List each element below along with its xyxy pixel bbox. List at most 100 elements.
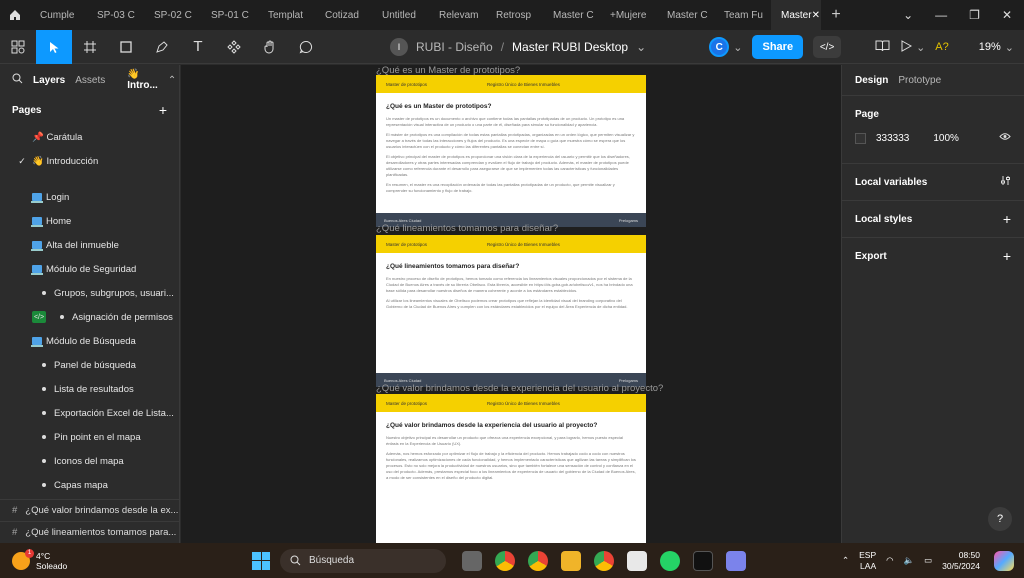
new-tab-icon[interactable]: +	[821, 6, 851, 24]
wifi-icon[interactable]: ◠	[886, 555, 893, 566]
browser-tab[interactable]: Relevam	[429, 0, 486, 30]
page-item[interactable]: Iconos del mapa	[0, 449, 179, 473]
tab-prototype[interactable]: Prototype	[898, 75, 941, 86]
export-section[interactable]: Export +	[842, 237, 1024, 274]
frame-layer-item[interactable]: # ¿Qué valor brindamos desde la ex...	[0, 499, 179, 521]
eye-icon[interactable]	[999, 132, 1011, 144]
frame-label[interactable]: ¿Qué lineamientos tomamos para diseñar?	[376, 223, 558, 234]
frame-layer-item[interactable]: # ¿Qué lineamientos tomamos para...	[0, 521, 179, 543]
frame-what-is-master[interactable]: Master de prototipos Registro Único de B…	[376, 75, 646, 227]
design-canvas[interactable]: ¿Qué es un Master de prototipos? Master …	[181, 65, 841, 543]
chevron-down-icon[interactable]: ⌄	[636, 40, 646, 54]
chrome-icon[interactable]	[495, 550, 515, 571]
frame-ux-value[interactable]: Master de prototipos Registro Único de B…	[376, 394, 646, 543]
user-avatar[interactable]: C	[709, 37, 730, 57]
comment-tool-icon[interactable]	[288, 30, 324, 64]
page-item[interactable]: Grupos, subgrupos, usuari...	[0, 281, 179, 305]
browser-tab[interactable]: SP-02 C	[144, 0, 201, 30]
background-color-swatch[interactable]	[855, 132, 866, 144]
browser-tab[interactable]: Master C	[543, 0, 600, 30]
browser-tab[interactable]: SP-03 C	[87, 0, 144, 30]
browser-tab[interactable]: Retrosp	[486, 0, 543, 30]
task-view-icon[interactable]	[462, 550, 482, 571]
clock[interactable]: 08:50 30/5/2024	[942, 550, 980, 572]
slack-icon[interactable]	[627, 550, 647, 571]
chevron-down-icon[interactable]: ⌄	[1005, 41, 1014, 54]
browser-tab[interactable]: Templat	[258, 0, 315, 30]
page-item[interactable]: Pin point en el mapa	[0, 425, 179, 449]
background-hex[interactable]: 333333	[876, 133, 909, 144]
current-page-selector[interactable]: 👋 Intro...	[127, 69, 158, 91]
browser-tab[interactable]: +Mujere	[600, 0, 657, 30]
browser-tab[interactable]: Cotizad	[315, 0, 372, 30]
frame-design-guidelines[interactable]: Master de prototipos Registro Único de B…	[376, 235, 646, 387]
variables-adjust-icon[interactable]	[1000, 175, 1011, 189]
pen-tool-icon[interactable]	[144, 30, 180, 64]
zoom-level[interactable]: 19%	[979, 41, 1001, 53]
chrome-work-icon[interactable]	[594, 550, 614, 571]
page-item[interactable]: Login	[0, 185, 179, 209]
search-icon[interactable]	[12, 73, 23, 87]
windows-start-icon[interactable]	[252, 551, 270, 570]
file-name[interactable]: Master RUBI Desktop	[512, 40, 628, 54]
browser-tab[interactable]: Team Fu	[714, 0, 771, 30]
home-icon[interactable]	[0, 0, 30, 30]
hand-tool-icon[interactable]	[252, 30, 288, 64]
page-item[interactable]: Lista de resultados	[0, 377, 179, 401]
browser-tab[interactable]: Untitled	[372, 0, 429, 30]
move-tool-icon[interactable]	[36, 29, 72, 64]
rectangle-tool-icon[interactable]	[108, 30, 144, 64]
components-icon[interactable]	[216, 30, 252, 64]
page-item[interactable]: 📌 Carátula	[0, 125, 179, 149]
file-explorer-icon[interactable]	[561, 550, 581, 571]
add-export-icon[interactable]: +	[1003, 248, 1011, 264]
page-item[interactable]: Home	[0, 209, 179, 233]
page-item[interactable]: Panel de búsqueda	[0, 353, 179, 377]
help-button[interactable]: ?	[988, 507, 1012, 531]
add-style-icon[interactable]: +	[1003, 211, 1011, 227]
chevron-down-icon[interactable]: ⌄	[903, 8, 913, 22]
page-item[interactable]: ✓ 👋 Introducción	[0, 149, 179, 173]
chrome-profile-icon[interactable]	[528, 550, 548, 571]
browser-tab[interactable]: SP-01 C	[201, 0, 258, 30]
chevron-up-icon[interactable]: ⌃	[842, 555, 849, 566]
weather-widget[interactable]: 1 4°C Soleado	[0, 548, 240, 571]
frame-label[interactable]: ¿Qué valor brindamos desde la experienci…	[376, 383, 663, 394]
page-item[interactable]: </> Asignación de permisos	[0, 305, 179, 329]
teams-icon[interactable]	[726, 550, 746, 571]
language-indicator[interactable]: ESP LAA	[859, 550, 876, 572]
battery-icon[interactable]: ▭	[924, 555, 932, 566]
add-page-icon[interactable]: +	[159, 102, 167, 118]
figma-icon[interactable]	[693, 550, 713, 571]
tab-design[interactable]: Design	[855, 75, 888, 86]
chevron-down-icon[interactable]: ⌄	[916, 41, 925, 54]
close-tab-icon[interactable]: ✕	[812, 10, 820, 21]
share-button[interactable]: Share	[752, 35, 804, 59]
restore-icon[interactable]: ❐	[969, 8, 980, 22]
frame-tool-icon[interactable]	[72, 30, 108, 64]
chevron-down-icon[interactable]: ⌄	[733, 41, 742, 54]
close-window-icon[interactable]: ✕	[1002, 8, 1012, 22]
volume-icon[interactable]: 🔈	[904, 555, 915, 566]
tab-assets[interactable]: Assets	[75, 75, 105, 86]
present-icon[interactable]	[900, 39, 913, 55]
page-item[interactable]: Módulo de Seguridad	[0, 257, 179, 281]
page-item[interactable]: Módulo de Búsqueda	[0, 329, 179, 353]
project-name[interactable]: RUBI - Diseño	[416, 40, 493, 54]
main-menu-icon[interactable]	[0, 30, 36, 64]
text-tool-icon[interactable]: T	[180, 30, 216, 64]
ai-assistant-button[interactable]: A?	[935, 41, 948, 53]
page-item[interactable]: Alta del inmueble	[0, 233, 179, 257]
whatsapp-icon[interactable]	[660, 550, 680, 571]
browser-tab[interactable]: Master ✕	[771, 0, 821, 30]
background-opacity[interactable]: 100%	[933, 133, 959, 144]
library-icon[interactable]	[875, 39, 890, 55]
browser-tab[interactable]: Master C	[657, 0, 714, 30]
copilot-icon[interactable]	[994, 550, 1014, 571]
taskbar-search[interactable]: Búsqueda	[280, 548, 446, 573]
browser-tab[interactable]: Cumple	[30, 0, 87, 30]
chevron-up-icon[interactable]: ⌃	[168, 75, 176, 86]
minimize-icon[interactable]: —	[935, 8, 947, 22]
local-styles-section[interactable]: Local styles +	[842, 200, 1024, 237]
dev-mode-toggle[interactable]: </>	[813, 36, 842, 58]
